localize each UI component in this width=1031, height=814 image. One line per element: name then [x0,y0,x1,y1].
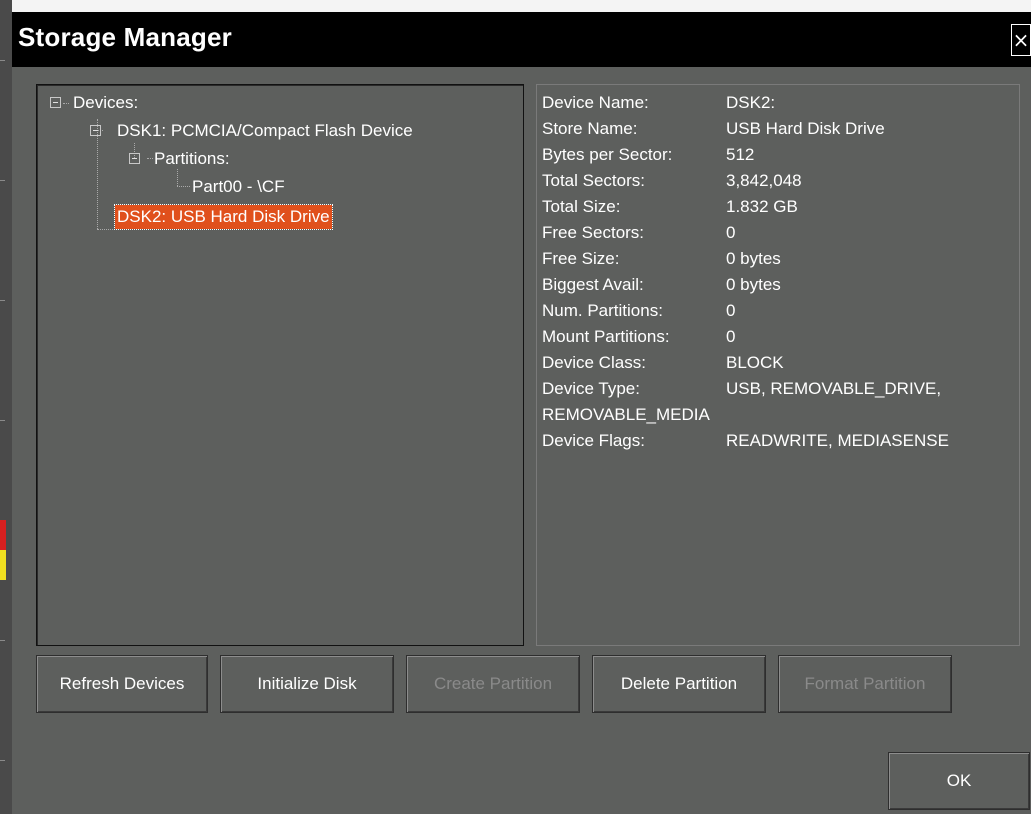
format-partition-button[interactable]: Format Partition [778,655,952,713]
delete-partition-button[interactable]: Delete Partition [592,655,766,713]
refresh-devices-button[interactable]: Refresh Devices [36,655,208,713]
title-bar: Storage Manager × [12,12,1031,67]
collapse-devices-icon[interactable] [50,97,61,108]
create-partition-button[interactable]: Create Partition [406,655,580,713]
detail-value: DSK2: [726,93,776,112]
initialize-disk-button[interactable]: Initialize Disk [220,655,394,713]
close-button[interactable]: × [1011,24,1031,56]
tree-node-dsk1[interactable]: DSK1: PCMCIA/Compact Flash Device [117,119,413,143]
window-title: Storage Manager [18,22,232,52]
tree-node-partitions[interactable]: Partitions: [154,147,230,171]
storage-manager-dialog: Storage Manager × Devices: DSK1: PCMCIA/… [12,12,1031,814]
detail-value: 0 [726,223,736,242]
tree-connector [97,229,115,230]
detail-value: 1.832 GB [726,197,798,216]
detail-label: Free Sectors: [542,223,645,242]
background-tick [0,420,5,421]
device-details-panel: Device Name: DSK2: Store Name: USB Hard Dis… [536,84,1020,646]
detail-value: BLOCK [726,353,784,372]
detail-value: READWRITE, MEDIASENSE [726,431,949,450]
detail-label: Num. Partitions: [542,301,663,320]
detail-value: 0 [726,301,736,320]
detail-label: Device Name: [542,93,649,112]
detail-label: Store Name: [542,119,638,138]
detail-value: USB, REMOVABLE_DRIVE, [726,379,942,398]
detail-label: Total Size: [542,197,621,216]
background-tick [0,60,5,61]
background-tick [0,640,5,641]
tree-node-part00[interactable]: Part00 - \CF [192,175,285,199]
background-tick [0,180,5,181]
collapse-dsk1-icon[interactable] [90,125,101,136]
collapse-partitions-icon[interactable] [129,153,140,164]
tree-connector [147,158,153,159]
tree-connector [177,169,178,186]
tree-node-dsk2-selected[interactable]: DSK2: USB Hard Disk Drive [114,204,333,230]
background-tick [0,760,5,761]
detail-value: 0 [726,327,736,346]
background-yellow-mark [0,550,6,580]
detail-label: Bytes per Sector: [542,145,673,164]
background-red-mark [0,520,6,550]
detail-label: Device Flags: [542,431,645,450]
ok-button[interactable]: OK [888,752,1030,810]
tree-connector [177,186,190,187]
device-type-continuation: REMOVABLE_MEDIA [542,405,710,424]
detail-value: 0 bytes [726,249,781,268]
detail-label: Total Sectors: [542,171,645,190]
background-tick [0,300,5,301]
background-window-edge [0,0,12,814]
detail-label: Mount Partitions: [542,327,670,346]
detail-label: Device Type: [542,379,640,398]
device-tree[interactable]: Devices: DSK1: PCMCIA/Compact Flash Devi… [36,84,524,646]
tree-node-devices[interactable]: Devices: [73,91,138,115]
detail-label: Biggest Avail: [542,275,644,294]
tree-connector [63,103,69,104]
detail-value: 512 [726,145,755,164]
detail-value: USB Hard Disk Drive [726,119,885,138]
detail-label: Device Class: [542,353,646,372]
detail-label: Free Size: [542,249,620,268]
detail-value: 0 bytes [726,275,781,294]
detail-value: 3,842,048 [726,171,802,190]
